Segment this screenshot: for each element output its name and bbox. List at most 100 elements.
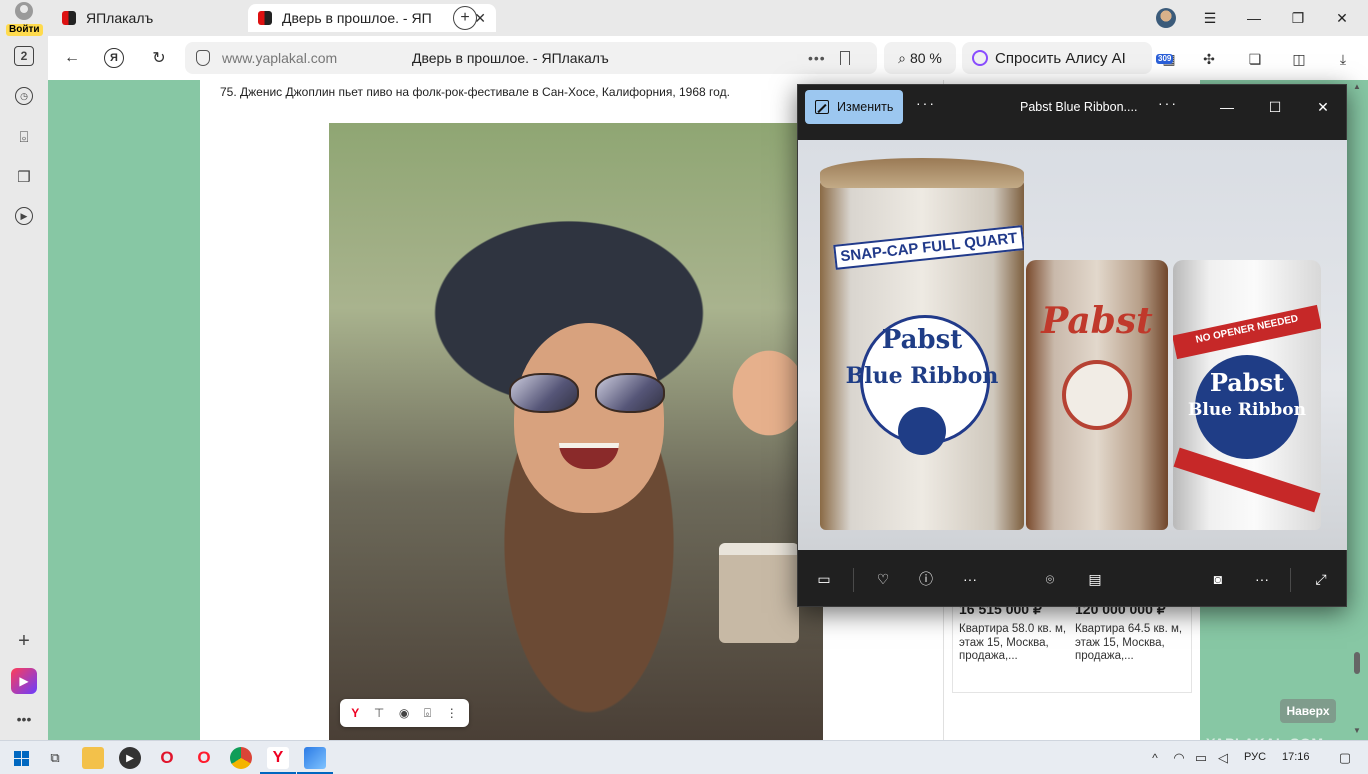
- windows-taskbar: ⧉ ▶ O O Y ^ ◠ ▭ ◁ РУС 17:16 ▢: [0, 740, 1368, 774]
- language-indicator[interactable]: РУС: [1244, 751, 1266, 763]
- capture-icon[interactable]: ◙: [1208, 569, 1228, 589]
- edit-label: Изменить: [837, 100, 894, 114]
- big-can-ribbon: [898, 407, 946, 455]
- bookmark-icon[interactable]: [839, 51, 850, 65]
- login-button[interactable]: Войти: [6, 2, 43, 36]
- toolbar-separator: [1290, 568, 1291, 592]
- page-title: Дверь в прошлое. - ЯПлакалъ: [412, 50, 609, 66]
- start-windows-icon[interactable]: [10, 747, 32, 769]
- edit-button[interactable]: Изменить: [805, 90, 903, 124]
- download-icon[interactable]: ⤓: [1332, 48, 1354, 70]
- security-shield-icon[interactable]: [196, 50, 210, 66]
- user-icon: [15, 2, 33, 20]
- janis-joplin-photo[interactable]: Y ⊤ ◉ ⌻ ⋮: [329, 123, 823, 740]
- big-can-cap: [820, 158, 1024, 188]
- yandex-browser-icon[interactable]: Y: [267, 747, 289, 769]
- photo-face: [514, 323, 664, 513]
- tab-label: ЯПлакалъ: [86, 10, 154, 26]
- scroll-down-arrow-icon[interactable]: ▼: [1353, 726, 1361, 735]
- collections-icon[interactable]: ❒: [12, 165, 36, 189]
- bottom-more-2-icon[interactable]: ···: [1252, 569, 1272, 589]
- copy-text-icon[interactable]: ▤: [1085, 569, 1105, 589]
- screenshot-camera-icon[interactable]: ⌻: [12, 125, 36, 149]
- scroll-top-button[interactable]: Наверх: [1280, 699, 1336, 723]
- text-recognition-icon[interactable]: ⊤: [374, 706, 384, 720]
- extension-count-badge: 309: [1156, 54, 1174, 64]
- minimize-icon[interactable]: —: [1242, 6, 1266, 30]
- toolbar-separator: [853, 568, 854, 592]
- add-panel-icon[interactable]: +: [12, 629, 36, 653]
- filmstrip-icon[interactable]: ▭: [814, 569, 834, 589]
- reload-icon[interactable]: ↻: [147, 46, 171, 70]
- yandex-video-icon[interactable]: ▶: [11, 668, 37, 694]
- address-bar[interactable]: www.yaplakal.com Дверь в прошлое. - ЯПла…: [185, 42, 877, 74]
- tab-bar: ЯПлакалъ Дверь в прошлое. - ЯП ✕ + ☰ — ❐…: [48, 0, 1368, 36]
- photo-sunglasses: [509, 373, 669, 413]
- yandex-logo-icon[interactable]: Я: [104, 48, 124, 68]
- yaplakal-favicon-icon: [62, 11, 76, 25]
- opera-icon[interactable]: O: [156, 747, 178, 769]
- yandex-search-image-icon[interactable]: Y: [351, 706, 359, 720]
- wifi-icon[interactable]: ◠: [1168, 747, 1190, 769]
- notifications-icon[interactable]: ▢: [1334, 747, 1356, 769]
- title-more-icon[interactable]: ···: [1158, 95, 1178, 111]
- extensions-puzzle-icon[interactable]: ✣: [1198, 48, 1220, 70]
- omnibox-more-icon[interactable]: •••: [808, 50, 826, 66]
- close-window-icon[interactable]: ✕: [1330, 6, 1354, 30]
- camera-icon[interactable]: ⌻: [424, 706, 431, 721]
- favorite-heart-icon[interactable]: ♡: [873, 569, 893, 589]
- ad-description: Квартира 58.0 кв. м, этаж 15, Москва, пр…: [959, 623, 1067, 662]
- snapcap-label: SNAP-CAP FULL QUART: [833, 225, 1024, 270]
- bottom-more-icon[interactable]: ···: [960, 569, 980, 589]
- video-play-icon[interactable]: ▶: [15, 207, 33, 225]
- ad-item[interactable]: 120 000 000 ₽ Квартира 64.5 кв. м, этаж …: [1075, 601, 1187, 664]
- chrome-icon[interactable]: [230, 747, 252, 769]
- opera-gx-icon[interactable]: O: [193, 747, 215, 769]
- restore-icon[interactable]: ❐: [1286, 6, 1310, 30]
- profile-avatar[interactable]: [1156, 8, 1176, 28]
- zoom-magnifier-icon: ⌕: [898, 49, 906, 66]
- eye-icon[interactable]: ◉: [399, 706, 409, 720]
- viewer-minimize-icon[interactable]: —: [1212, 94, 1242, 120]
- middle-can-seal: [1062, 360, 1132, 430]
- fullscreen-expand-icon[interactable]: ⤢: [1311, 569, 1331, 589]
- clock-time[interactable]: 17:16: [1282, 751, 1310, 763]
- edit-pencil-icon: [815, 100, 829, 114]
- history-clock-icon[interactable]: ◷: [15, 87, 33, 105]
- navigation-bar: ← Я ↻ www.yaplakal.com Дверь в прошлое. …: [48, 36, 1368, 80]
- viewer-close-icon[interactable]: ✕: [1308, 94, 1338, 120]
- tab-label: Дверь в прошлое. - ЯП: [282, 10, 432, 26]
- photo-beer-can: [719, 543, 799, 643]
- more-icon[interactable]: •••: [12, 707, 36, 731]
- ask-alice-button[interactable]: Спросить Алису AI: [962, 42, 1152, 74]
- security-check-icon[interactable]: ◫: [1288, 48, 1310, 70]
- browser-side-rail: Войти 2 ◷ ⌻ ❒ ▶ + ▶ •••: [0, 0, 48, 740]
- back-arrow-icon[interactable]: ←: [60, 46, 84, 70]
- task-view-icon[interactable]: ⧉: [44, 747, 66, 769]
- tab-yaplakal[interactable]: ЯПлакалъ: [52, 4, 248, 32]
- small-can-brand-2: Blue Ribbon: [1188, 400, 1306, 420]
- zoom-indicator[interactable]: ⌕ 80 %: [884, 42, 956, 74]
- viewer-maximize-icon[interactable]: ☐: [1260, 94, 1290, 120]
- scroll-up-arrow-icon[interactable]: ▲: [1353, 82, 1361, 91]
- photos-app-icon[interactable]: [304, 747, 326, 769]
- battery-icon[interactable]: ▭: [1190, 747, 1212, 769]
- login-label: Войти: [6, 24, 43, 36]
- media-player-icon[interactable]: ▶: [119, 747, 141, 769]
- tab-counter-button[interactable]: 2: [14, 46, 34, 66]
- real-estate-ad-block[interactable]: 16 515 000 ₽ Квартира 58.0 кв. м, этаж 1…: [952, 600, 1192, 693]
- menu-icon[interactable]: ☰: [1198, 6, 1222, 30]
- ad-item[interactable]: 16 515 000 ₽ Квартира 58.0 кв. м, этаж 1…: [959, 601, 1071, 664]
- file-explorer-icon[interactable]: [82, 747, 104, 769]
- viewer-more-icon[interactable]: ···: [916, 95, 936, 111]
- reading-list-icon[interactable]: ❏: [1244, 48, 1266, 70]
- new-tab-button[interactable]: +: [453, 6, 477, 30]
- speaker-icon[interactable]: ◁: [1212, 747, 1234, 769]
- visual-search-icon[interactable]: ⌾: [1040, 569, 1060, 589]
- beer-cans-image[interactable]: SNAP-CAP FULL QUART Pabst Blue Ribbon Pa…: [798, 140, 1347, 550]
- more-vertical-icon[interactable]: ⋮: [446, 706, 458, 720]
- tray-chevron-up-icon[interactable]: ^: [1144, 747, 1166, 769]
- info-icon[interactable]: ⓘ: [916, 569, 936, 589]
- scrollbar-thumb[interactable]: [1354, 652, 1360, 674]
- image-toolbar: Y ⊤ ◉ ⌻ ⋮: [340, 699, 469, 727]
